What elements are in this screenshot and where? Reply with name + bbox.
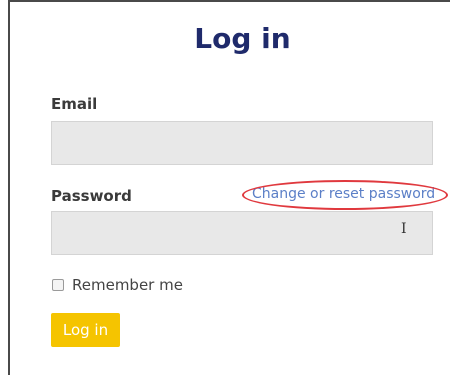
panel-border-left — [8, 0, 10, 375]
page-title: Log in — [194, 22, 291, 55]
email-label: Email — [51, 95, 98, 113]
email-field[interactable] — [51, 121, 433, 165]
change-reset-password-link[interactable]: Change or reset password — [252, 186, 435, 202]
panel-border-top — [8, 0, 450, 2]
login-panel: Log in Email Password Change or reset pa… — [0, 0, 450, 375]
password-field[interactable] — [51, 211, 433, 255]
text-cursor-icon: I — [401, 221, 407, 237]
password-label: Password — [51, 187, 132, 205]
login-button[interactable]: Log in — [51, 313, 120, 347]
remember-me-checkbox[interactable] — [52, 279, 64, 291]
remember-me-label[interactable]: Remember me — [72, 276, 183, 294]
